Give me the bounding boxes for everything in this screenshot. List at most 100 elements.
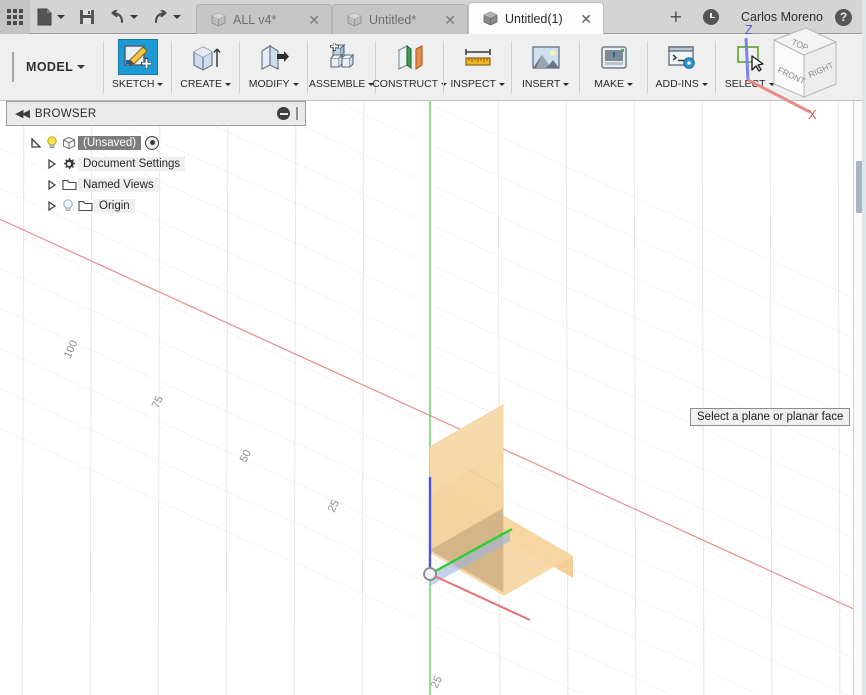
ribbon-item-label-group: SKETCH — [112, 78, 164, 90]
chevron-down-icon — [701, 82, 708, 86]
ribbon-item-create[interactable]: CREATE — [172, 34, 239, 100]
grid-label-x-25: 25 — [326, 498, 342, 514]
scrollbar-thumb[interactable] — [856, 161, 865, 213]
light-bulb-icon[interactable] — [44, 136, 60, 149]
insert-icon — [526, 39, 566, 75]
tree-node-label: Origin — [94, 198, 135, 213]
workspace-menu[interactable]: MODEL — [26, 34, 103, 100]
new-file-icon — [37, 8, 52, 26]
tree-node-document-settings[interactable]: Document Settings — [6, 153, 306, 174]
ribbon-item-label-group: MAKE — [594, 78, 634, 90]
redo-button[interactable] — [145, 0, 188, 34]
grid-label-x-100: 100 — [62, 339, 81, 361]
grid-label-x-75: 75 — [150, 394, 166, 410]
ribbon-item-label: CONSTRUCT — [372, 78, 439, 90]
axis-z-indicator — [744, 37, 750, 81]
ribbon-item-construct[interactable]: CONSTRUCT — [372, 34, 448, 100]
ribbon-item-label-group: ASSEMBLE — [309, 78, 375, 90]
create-icon — [186, 39, 226, 75]
ribbon-item-addins[interactable]: ADD-INS — [648, 34, 715, 100]
document-tabs: ALL v4* ✕ Untitled* ✕ Untitled(1) ✕ — [196, 0, 604, 34]
ribbon-drag-grip[interactable] — [12, 52, 14, 82]
chevron-down-icon — [130, 15, 138, 19]
ribbon-item-inspect[interactable]: INSPECT — [444, 34, 511, 100]
cube-icon — [60, 136, 78, 150]
chevron-down-icon — [57, 15, 65, 19]
ribbon-item-label-group: CREATE — [180, 78, 232, 90]
save-button[interactable] — [72, 0, 102, 34]
browser-header-controls — [277, 107, 300, 120]
twisty-expanded-icon[interactable] — [28, 137, 44, 148]
axis-z-label: Z — [745, 22, 753, 37]
folder-icon — [60, 178, 78, 191]
close-icon[interactable]: ✕ — [578, 12, 594, 26]
browser-panel: ◀◀ BROWSER (Unsaved) Document Settings N… — [6, 101, 306, 216]
browser-header: ◀◀ BROWSER — [6, 101, 306, 126]
tree-node-named-views[interactable]: Named Views — [6, 174, 306, 195]
close-icon[interactable]: ✕ — [306, 13, 322, 27]
document-tab-untitled[interactable]: Untitled* ✕ — [332, 4, 468, 34]
ribbon-item-make[interactable]: MAKE — [580, 34, 647, 100]
document-tab-untitled-1[interactable]: Untitled(1) ✕ — [468, 2, 604, 34]
addins-icon — [662, 39, 702, 75]
visibility-icon[interactable] — [145, 135, 160, 150]
close-icon[interactable]: ✕ — [442, 13, 458, 27]
grid-apps-icon — [7, 9, 23, 25]
cube-icon — [483, 11, 498, 26]
chevron-down-icon — [627, 82, 634, 86]
construct-icon — [390, 39, 430, 75]
modify-icon — [254, 39, 294, 75]
gear-icon — [60, 157, 78, 171]
origin-point — [423, 567, 437, 581]
assemble-icon — [322, 39, 362, 75]
workspace-label: MODEL — [26, 60, 74, 74]
app-grid-button[interactable] — [0, 0, 30, 34]
tree-node-origin[interactable]: Origin — [6, 195, 306, 216]
ribbon-item-label: ADD-INS — [655, 78, 699, 90]
ribbon-item-label: SKETCH — [111, 78, 155, 90]
view-cube[interactable]: Z X TOP FRONT RIGHT — [732, 16, 844, 122]
folder-icon — [76, 199, 94, 212]
new-tab-button[interactable]: + — [659, 7, 693, 28]
ribbon-item-sketch[interactable]: SKETCH — [104, 34, 171, 100]
tree-node-label: Named Views — [78, 177, 159, 192]
undo-icon — [111, 10, 124, 24]
light-bulb-off-icon[interactable] — [60, 199, 76, 212]
clock-icon[interactable] — [703, 9, 720, 25]
twisty-collapsed-icon[interactable] — [44, 179, 60, 190]
ribbon-item-label: INSERT — [521, 78, 561, 90]
ribbon-item-insert[interactable]: INSERT — [512, 34, 579, 100]
chevron-down-icon — [173, 15, 181, 19]
document-tab-all-v4[interactable]: ALL v4* ✕ — [196, 4, 332, 34]
chevron-down-icon — [157, 82, 164, 86]
chevron-down-icon — [563, 82, 570, 86]
twisty-collapsed-icon[interactable] — [44, 200, 60, 211]
minimize-icon[interactable] — [277, 107, 290, 120]
ribbon-item-modify[interactable]: MODIFY — [240, 34, 307, 100]
make-icon — [594, 39, 634, 75]
undo-button[interactable] — [102, 0, 145, 34]
document-tab-label: Untitled* — [369, 12, 417, 27]
ribbon-item-label-group: MODIFY — [249, 78, 299, 90]
panel-resize-grip[interactable] — [296, 107, 298, 120]
cube-icon — [347, 12, 362, 27]
chevron-down-icon — [498, 82, 505, 86]
collapse-left-icon[interactable]: ◀◀ — [12, 107, 35, 120]
ribbon-item-label: MAKE — [594, 78, 625, 90]
tree-node-unsaved[interactable]: (Unsaved) — [6, 132, 306, 153]
chevron-down-icon — [292, 82, 299, 86]
ribbon-item-assemble[interactable]: ASSEMBLE — [308, 34, 375, 100]
browser-tree: (Unsaved) Document Settings Named Views … — [6, 126, 306, 216]
ribbon-item-label: INSPECT — [450, 78, 496, 90]
new-file-button[interactable] — [30, 0, 72, 34]
twisty-collapsed-icon[interactable] — [44, 158, 60, 169]
tree-node-label: Document Settings — [78, 156, 186, 171]
vertical-scrollbar[interactable] — [853, 101, 866, 695]
tree-node-label: (Unsaved) — [78, 135, 142, 150]
browser-title: BROWSER — [34, 107, 97, 120]
sketch-icon — [117, 39, 158, 75]
grid-label-y-25: 25 — [429, 674, 445, 690]
grid-label-x-50: 50 — [238, 448, 254, 464]
inspect-icon — [458, 39, 498, 75]
save-icon — [80, 10, 94, 24]
